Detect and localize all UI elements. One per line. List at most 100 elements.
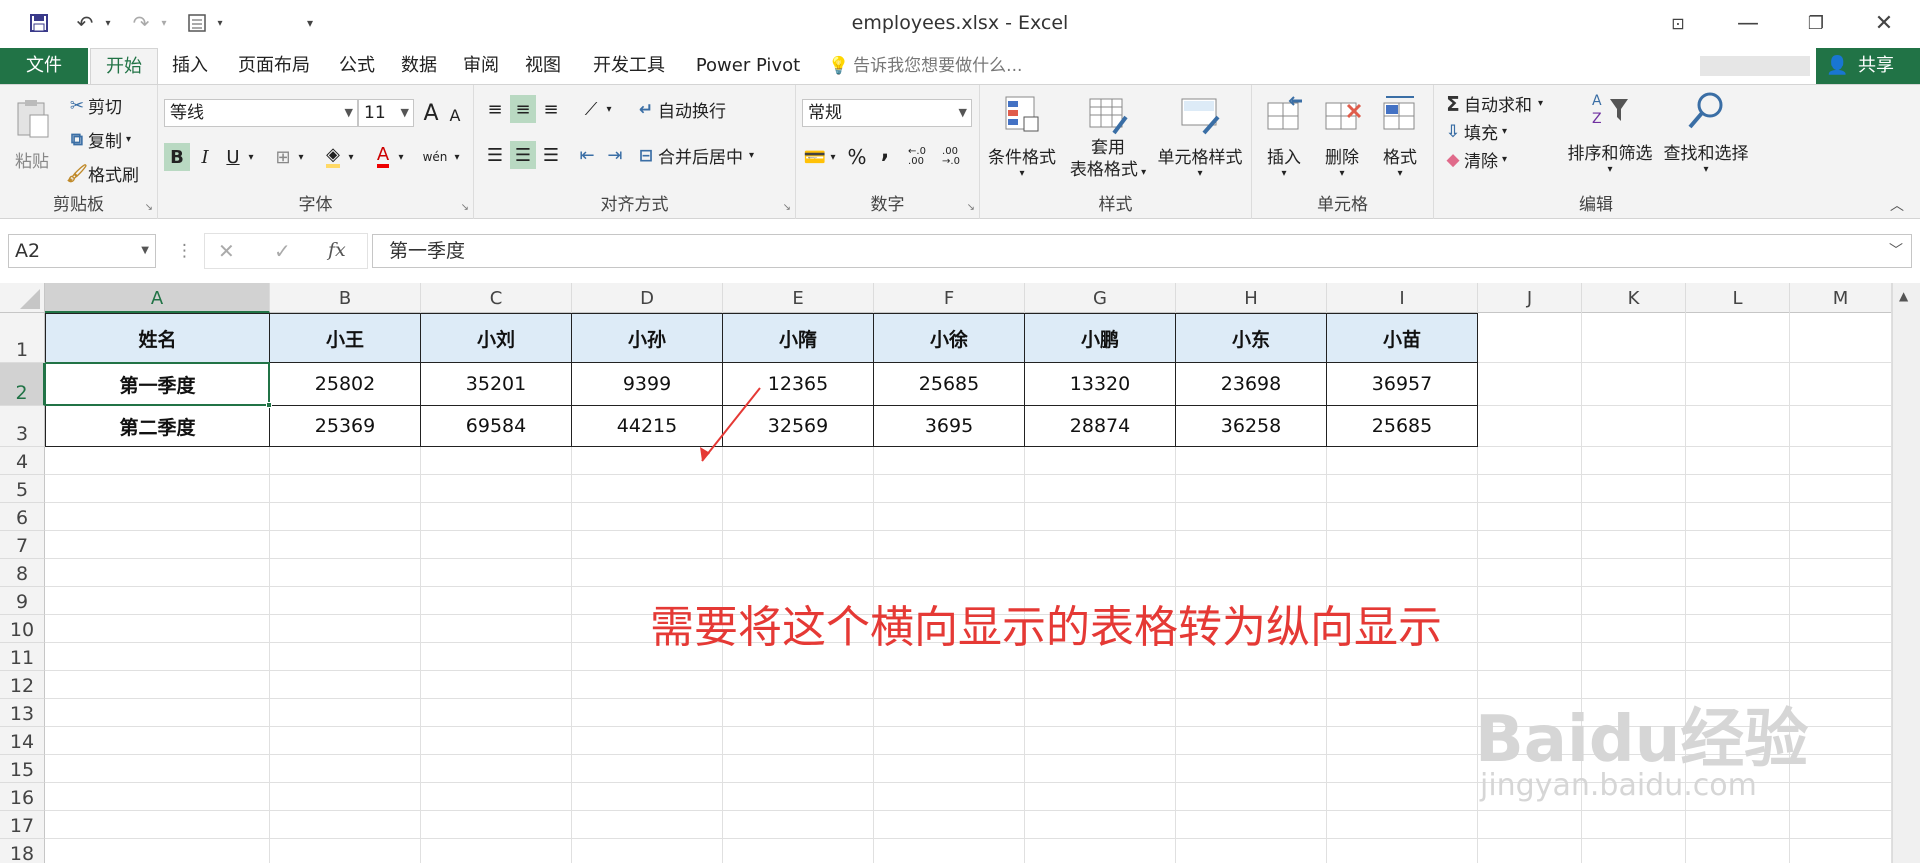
table-cell[interactable]: 25802 [270,363,421,406]
wrap-text-button[interactable]: ↵ 自动换行 [634,97,726,123]
table-header-cell[interactable]: 小鹏 [1025,313,1176,363]
orientation-dropdown-icon[interactable]: ▾ [602,95,616,123]
column-header-g[interactable]: G [1025,283,1176,313]
column-header-k[interactable]: K [1582,283,1686,313]
autosum-button[interactable]: Σ 自动求和 ▾ [1442,91,1543,117]
table-cell[interactable]: 23698 [1176,363,1327,406]
column-header-e[interactable]: E [723,283,874,313]
column-header-j[interactable]: J [1478,283,1582,313]
comma-button[interactable]: , [872,137,898,165]
row-header-4[interactable]: 4 [0,447,45,475]
row-header-13[interactable]: 13 [0,699,45,727]
font-name-select[interactable]: 等线 ▼ [164,99,358,127]
merge-center-button[interactable]: ⊟ 合并后居中 ▾ [634,143,754,169]
row-header-17[interactable]: 17 [0,811,45,839]
row-header-11[interactable]: 11 [0,643,45,671]
italic-button[interactable]: I [192,143,218,171]
find-select-button[interactable]: 查找和选择 ▾ [1658,89,1754,175]
align-left-icon[interactable]: ☰ [482,141,508,169]
tab-power-pivot[interactable]: Power Pivot [690,48,806,84]
align-bottom-icon[interactable]: ≡ [538,95,564,123]
table-cell[interactable]: 25685 [874,363,1025,406]
column-header-h[interactable]: H [1176,283,1327,313]
paste-button[interactable]: 粘贴 [8,97,56,172]
restore-icon[interactable]: ❐ [1796,8,1836,38]
table-cell[interactable]: 69584 [421,406,572,447]
tell-me-search[interactable]: 💡 告诉我您想要做什么... [828,48,1022,84]
fill-color-icon[interactable]: ◈ [320,143,346,171]
font-color-dropdown-icon[interactable]: ▾ [394,143,408,171]
align-middle-icon[interactable]: ≡ [510,95,536,123]
cancel-icon[interactable]: ✕ [218,239,235,263]
minimize-icon[interactable]: — [1728,8,1768,38]
decrease-indent-icon[interactable]: ⇤ [574,141,600,169]
column-header-m[interactable]: M [1790,283,1892,313]
table-header-cell[interactable]: 小隋 [723,313,874,363]
underline-button[interactable]: U [220,143,246,171]
decrease-decimal-icon[interactable]: .00 →.0 [936,143,966,171]
tab-view[interactable]: 视图 [518,48,568,84]
table-header-cell[interactable]: 小孙 [572,313,723,363]
row-header-15[interactable]: 15 [0,755,45,783]
worksheet-grid[interactable]: ABCDEFGHIJKLM 姓名 小王 小刘 小孙 小隋 小徐 小鹏 小东 小苗 第一季度 2580… [0,283,1920,863]
table-cell[interactable]: 28874 [1025,406,1176,447]
row-header-3[interactable]: 3 [0,406,45,447]
cell-styles-button[interactable]: 单元格样式 ▾ [1150,93,1250,179]
align-center-icon[interactable]: ☰ [510,141,536,169]
column-header-c[interactable]: C [421,283,572,313]
tab-page-layout[interactable]: 页面布局 [228,48,320,84]
row-header-9[interactable]: 9 [0,587,45,615]
font-size-select[interactable]: 11 ▼ [358,99,414,127]
cut-button[interactable]: ✂ 剪切 [66,93,122,119]
table-header-cell[interactable]: 小东 [1176,313,1327,363]
orientation-icon[interactable]: ⟋ [578,95,604,123]
tab-developer[interactable]: 开发工具 [584,48,674,84]
format-as-table-button[interactable]: 套用 表格格式 ▾ [1064,93,1152,184]
table-cell[interactable]: 3695 [874,406,1025,447]
insert-cells-button[interactable]: 插入 ▾ [1256,93,1312,179]
table-cell[interactable]: 25685 [1327,406,1478,447]
select-all-corner[interactable] [0,283,45,313]
row-header-16[interactable]: 16 [0,783,45,811]
column-header-b[interactable]: B [270,283,421,313]
conditional-format-button[interactable]: 条件格式 ▾ [984,93,1060,179]
format-cells-button[interactable]: 格式 ▾ [1372,93,1428,179]
border-dropdown-icon[interactable]: ▾ [294,143,308,171]
row-header-14[interactable]: 14 [0,727,45,755]
dialog-launcher-icon[interactable]: ↘ [783,202,791,213]
delete-cells-button[interactable]: 删除 ▾ [1314,93,1370,179]
vertical-scrollbar[interactable]: ▲ [1892,283,1920,863]
copy-button[interactable]: ⧉ 复制 ▾ [66,127,131,153]
column-header-f[interactable]: F [874,283,1025,313]
row-header-6[interactable]: 6 [0,503,45,531]
format-painter-button[interactable]: 🖌 格式刷 [66,161,139,187]
ribbon-display-icon[interactable]: ⊡ [1658,8,1698,38]
align-right-icon[interactable]: ☰ [538,141,564,169]
column-header-d[interactable]: D [572,283,723,313]
tab-formulas[interactable]: 公式 [332,48,382,84]
column-header-a[interactable]: A [45,283,270,313]
collapse-ribbon-icon[interactable]: ︿ [1890,195,1904,215]
currency-icon[interactable]: 💳 [802,143,828,171]
row-header-2[interactable]: 2 [0,363,45,406]
increase-indent-icon[interactable]: ⇥ [602,141,628,169]
dialog-launcher-icon[interactable]: ↘ [461,202,469,213]
tab-data[interactable]: 数据 [394,48,444,84]
row-header-8[interactable]: 8 [0,559,45,587]
close-icon[interactable]: ✕ [1864,8,1904,38]
row-header-5[interactable]: 5 [0,475,45,503]
table-cell[interactable]: 第一季度 [45,363,270,406]
table-header-cell[interactable]: 小徐 [874,313,1025,363]
row-header-12[interactable]: 12 [0,671,45,699]
tab-home[interactable]: 开始 [90,48,158,84]
border-icon[interactable]: ⊞ [270,143,296,171]
table-cell[interactable]: 13320 [1025,363,1176,406]
scroll-up-icon[interactable]: ▲ [1899,289,1908,303]
fill-dropdown-icon[interactable]: ▾ [344,143,358,171]
number-format-select[interactable]: 常规 ▼ [802,99,972,127]
grow-font-button[interactable]: A [418,99,444,127]
table-header-cell[interactable]: 小刘 [421,313,572,363]
dialog-launcher-icon[interactable]: ↘ [967,202,975,213]
fill-handle[interactable] [266,402,272,408]
row-header-1[interactable]: 1 [0,313,45,363]
